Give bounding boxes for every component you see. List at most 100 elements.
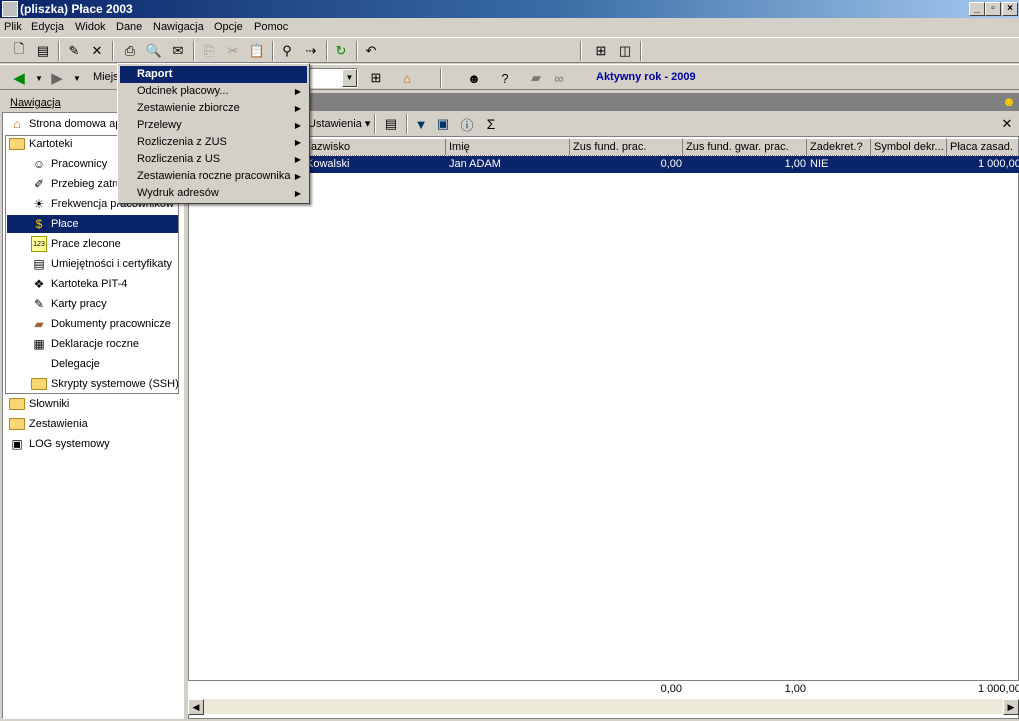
menu-widok[interactable]: Widok bbox=[75, 21, 106, 33]
close-panel-icon[interactable]: ✕ bbox=[998, 115, 1016, 133]
sum-zus-fund: 0,00 bbox=[660, 683, 682, 695]
scroll-right-icon[interactable]: ▶ bbox=[1003, 699, 1019, 715]
menu-item-przelewy[interactable]: Przelewy ▶ bbox=[120, 117, 307, 134]
counter-123-icon: 123 bbox=[31, 236, 47, 252]
help-icon[interactable]: ? bbox=[496, 69, 514, 87]
close-button[interactable]: × bbox=[1002, 2, 1018, 16]
submenu-arrow-icon: ▶ bbox=[294, 155, 301, 164]
nav-item-place[interactable]: $ Płace bbox=[7, 215, 178, 233]
col-symbol-dekr[interactable]: Symbol dekr... bbox=[871, 138, 947, 156]
settings-dropdown[interactable]: Ustawienia ▾ bbox=[308, 117, 370, 130]
home-icon[interactable]: ⌂ bbox=[398, 69, 416, 87]
menu-item-zestawienia-roczne[interactable]: Zestawienia roczne pracownika ▶ bbox=[120, 168, 307, 185]
back-dropdown-icon[interactable]: ▼ bbox=[30, 69, 48, 87]
submenu-arrow-icon: ▶ bbox=[294, 189, 301, 198]
nav-slowniki[interactable]: Słowniki bbox=[9, 395, 69, 413]
submenu-arrow-icon: ▶ bbox=[294, 87, 301, 96]
menu-item-odcinek[interactable]: Odcinek płacowy... ▶ bbox=[120, 83, 307, 100]
nav-item-karty-pracy[interactable]: ✎ Karty pracy bbox=[31, 295, 107, 313]
refresh-icon[interactable]: ↻ bbox=[332, 42, 350, 60]
split-view-icon[interactable]: ◫ bbox=[616, 42, 634, 60]
save-view-icon[interactable]: ▣ bbox=[434, 115, 452, 133]
main-toolbar: 🗋 ▤ ✎ ✕ ⎙ 🔍 ✉ ⎘ ✂ 📋 ⚲ ⇢ ↻ ↶ ⊞ ◫ bbox=[0, 37, 1019, 63]
horizontal-scrollbar[interactable]: ◀ ▶ bbox=[188, 698, 1019, 715]
nav-item-delegacje[interactable]: Delegacje bbox=[51, 355, 100, 373]
menu-item-wydruk-adresow[interactable]: Wydruk adresów ▶ bbox=[120, 185, 307, 202]
edit-icon[interactable]: ✎ bbox=[65, 42, 83, 60]
minimize-button[interactable]: _ bbox=[969, 2, 985, 16]
home-icon: ⌂ bbox=[13, 117, 21, 131]
print-icon[interactable]: ⎙ bbox=[121, 42, 139, 60]
menu-plik[interactable]: Plik bbox=[4, 21, 22, 33]
nav-item-prace-zlecone[interactable]: 123 Prace zlecone bbox=[31, 235, 121, 253]
info-icon[interactable]: ⓘ bbox=[458, 115, 476, 133]
properties-icon[interactable]: ▤ bbox=[34, 42, 52, 60]
new-icon[interactable]: 🗋 bbox=[10, 41, 28, 60]
print-popup-menu: Raport Odcinek płacowy... ▶ Zestawienie z… bbox=[117, 63, 310, 204]
employment-history-icon: ✐ bbox=[33, 177, 45, 191]
table-row[interactable]: Kowalski Jan ADAM 0,00 1,00 NIE 1 000,00 bbox=[187, 155, 1019, 174]
submenu-arrow-icon: ▶ bbox=[294, 172, 301, 181]
nav-home[interactable]: ⌂ Strona domowa ap bbox=[9, 115, 121, 133]
tree-view-icon[interactable]: ⊞ bbox=[592, 42, 610, 60]
col-zus-gwar[interactable]: Zus fund. gwar. prac. bbox=[683, 138, 807, 156]
menu-dane[interactable]: Dane bbox=[116, 21, 142, 33]
tree-icon[interactable]: ⊞ bbox=[367, 69, 385, 87]
book-icon[interactable]: ▰ bbox=[527, 69, 545, 87]
nav-item-pracownicy[interactable]: ☺ Pracownicy bbox=[31, 155, 107, 173]
chevron-down-icon[interactable]: ▼ bbox=[342, 69, 357, 87]
menu-item-rozliczenia-zus[interactable]: Rozliczenia z ZUS ▶ bbox=[120, 134, 307, 151]
submenu-arrow-icon: ▶ bbox=[294, 104, 301, 113]
email-icon[interactable]: ✉ bbox=[169, 42, 187, 60]
cell-zus-fund: 0,00 bbox=[660, 158, 682, 170]
col-imie[interactable]: Imię bbox=[446, 138, 570, 156]
folder-icon bbox=[9, 416, 25, 432]
nav-item-deklaracje[interactable]: ▦ Deklaracje roczne bbox=[31, 335, 139, 353]
users-icon[interactable]: ☻ bbox=[465, 69, 483, 87]
nav-item-skrypty[interactable]: Skrypty systemowe (SSH) bbox=[31, 375, 179, 393]
menu-pomoc[interactable]: Pomoc bbox=[254, 21, 288, 33]
col-zadekret[interactable]: Zadekret.? bbox=[807, 138, 871, 156]
find-icon[interactable]: ⚲ bbox=[278, 42, 296, 60]
submenu-arrow-icon: ▶ bbox=[294, 138, 301, 147]
nav-item-dokumenty[interactable]: ▰ Dokumenty pracownicze bbox=[31, 315, 170, 333]
pit4-icon: ❖ bbox=[33, 277, 45, 291]
active-year-label: Aktywny rok - 2009 bbox=[596, 71, 696, 83]
menu-opcje[interactable]: Opcje bbox=[214, 21, 243, 33]
nav-item-przebieg[interactable]: ✐ Przebieg zatru bbox=[31, 175, 122, 193]
back-icon[interactable]: ◀ bbox=[10, 69, 28, 87]
cell-zadekret: NIE bbox=[810, 158, 829, 170]
folder-icon bbox=[31, 376, 47, 392]
print-preview-icon[interactable]: 🔍 bbox=[145, 42, 163, 60]
scroll-left-icon[interactable]: ◀ bbox=[188, 699, 204, 715]
attendance-icon: ☀ bbox=[33, 197, 45, 211]
menu-nawigacja[interactable]: Nawigacja bbox=[153, 21, 204, 33]
find-next-icon[interactable]: ⇢ bbox=[302, 42, 320, 60]
forward-dropdown-icon[interactable]: ▼ bbox=[68, 69, 86, 87]
properties-icon[interactable]: ▤ bbox=[382, 115, 400, 133]
maximize-button[interactable]: ▫ bbox=[985, 2, 1001, 16]
undo-icon[interactable]: ↶ bbox=[362, 42, 380, 60]
col-placa-zasad[interactable]: Płaca zasad. bbox=[947, 138, 1019, 156]
menu-item-rozliczenia-us[interactable]: Rozliczenia z US ▶ bbox=[120, 151, 307, 168]
app-icon bbox=[2, 1, 18, 17]
cut-icon[interactable]: ✂ bbox=[224, 42, 242, 60]
menu-item-raport[interactable]: Raport bbox=[120, 66, 307, 83]
window-title: (pliszka) Płace 2003 bbox=[20, 2, 133, 16]
employees-icon: ☺ bbox=[32, 157, 46, 171]
nav-zestawienia[interactable]: Zestawienia bbox=[9, 415, 88, 433]
nav-item-pit4[interactable]: ❖ Kartoteka PIT-4 bbox=[31, 275, 128, 293]
sum-icon[interactable]: Σ bbox=[482, 115, 500, 133]
nav-item-umiejetnosci[interactable]: ▤ Umiejętności i certyfikaty bbox=[31, 255, 172, 273]
col-zus-fund[interactable]: Zus fund. prac. bbox=[570, 138, 683, 156]
paste-icon[interactable]: 📋 bbox=[248, 42, 266, 60]
filter-icon[interactable]: ▼ bbox=[412, 115, 430, 133]
menu-edycja[interactable]: Edycja bbox=[31, 21, 64, 33]
nav-log-systemowy[interactable]: ▣ LOG systemowy bbox=[9, 435, 109, 453]
delete-icon[interactable]: ✕ bbox=[88, 42, 106, 60]
forward-icon[interactable]: ▶ bbox=[48, 69, 66, 87]
copy-icon[interactable]: ⎘ bbox=[200, 42, 218, 60]
menu-item-zestawienie-zbiorcze[interactable]: Zestawienie zbiorcze ▶ bbox=[120, 100, 307, 117]
link-icon[interactable]: ∞ bbox=[550, 69, 568, 87]
documents-icon: ▰ bbox=[34, 317, 44, 331]
